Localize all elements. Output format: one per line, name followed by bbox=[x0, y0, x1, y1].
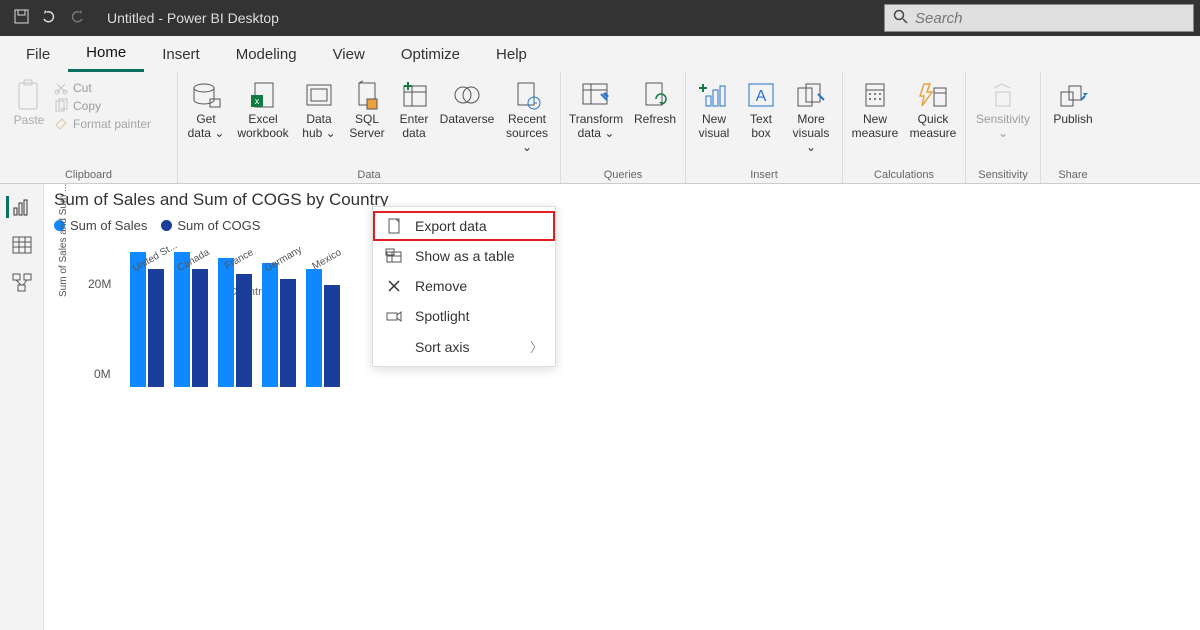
quick-measure-button[interactable]: Quick measure bbox=[907, 76, 959, 140]
menu-spotlight[interactable]: Spotlight bbox=[373, 301, 555, 331]
menu-show-as-table[interactable]: Show as a table bbox=[373, 241, 555, 271]
chart-title: Sum of Sales and Sum of COGS by Country bbox=[54, 190, 1190, 210]
data-view-icon[interactable] bbox=[10, 234, 34, 256]
tab-modeling[interactable]: Modeling bbox=[218, 36, 315, 72]
paste-button: Paste bbox=[6, 79, 52, 131]
ribbon: Paste Cut Copy Format painter Clipboard … bbox=[0, 72, 1200, 184]
remove-icon bbox=[385, 277, 403, 295]
recent-sources-button[interactable]: Recent sources ⌄ bbox=[500, 76, 554, 154]
bar-group[interactable] bbox=[218, 258, 252, 387]
dataverse-button[interactable]: Dataverse bbox=[440, 76, 494, 126]
svg-text:A: A bbox=[756, 88, 767, 105]
ribbon-tabs: File Home Insert Modeling View Optimize … bbox=[0, 36, 1200, 72]
new-visual-button[interactable]: New visual bbox=[692, 76, 736, 140]
group-label-insert: Insert bbox=[692, 169, 836, 183]
table-icon bbox=[385, 247, 403, 265]
view-switcher bbox=[0, 184, 44, 630]
report-view-icon[interactable] bbox=[6, 196, 30, 218]
group-label-sensitivity: Sensitivity bbox=[972, 169, 1034, 183]
text-box-button[interactable]: A Text box bbox=[742, 76, 780, 140]
bar-cogs[interactable] bbox=[236, 274, 252, 387]
model-view-icon[interactable] bbox=[10, 272, 34, 294]
tab-insert[interactable]: Insert bbox=[144, 36, 218, 72]
bar-cogs[interactable] bbox=[148, 269, 164, 387]
sensitivity-button: Sensitivity⌄ bbox=[972, 76, 1034, 140]
menu-sort-axis[interactable]: Sort axis 〉 bbox=[373, 331, 555, 362]
bar-sales[interactable] bbox=[306, 269, 322, 387]
paste-label: Paste bbox=[14, 113, 45, 127]
get-data-button[interactable]: Get data ⌄ bbox=[184, 76, 228, 140]
data-hub-button[interactable]: Data hub ⌄ bbox=[298, 76, 340, 140]
y-tick-0m: 0M bbox=[94, 367, 111, 381]
bar-cogs[interactable] bbox=[324, 285, 340, 387]
group-label-queries: Queries bbox=[567, 169, 679, 183]
tab-home[interactable]: Home bbox=[68, 36, 144, 72]
titlebar: Untitled - Power BI Desktop bbox=[0, 0, 1200, 36]
tab-optimize[interactable]: Optimize bbox=[383, 36, 478, 72]
visual-context-menu: Export data Show as a table Remove Spotl… bbox=[372, 206, 556, 367]
save-icon[interactable] bbox=[14, 9, 29, 27]
window-title: Untitled - Power BI Desktop bbox=[107, 10, 279, 26]
tab-view[interactable]: View bbox=[315, 36, 383, 72]
workspace: Sum of Sales and Sum of COGS by Country … bbox=[0, 184, 1200, 630]
bar-group[interactable] bbox=[306, 269, 340, 387]
redo-icon bbox=[69, 10, 85, 27]
svg-text:x: x bbox=[255, 96, 260, 106]
menu-export-data[interactable]: Export data bbox=[373, 211, 555, 241]
group-label-share: Share bbox=[1047, 169, 1099, 183]
group-label-clipboard: Clipboard bbox=[6, 169, 171, 183]
new-measure-button[interactable]: New measure bbox=[849, 76, 901, 140]
tab-file[interactable]: File bbox=[8, 36, 68, 72]
cut-button: Cut bbox=[54, 81, 151, 95]
publish-button[interactable]: Publish bbox=[1047, 76, 1099, 126]
search-input[interactable] bbox=[915, 10, 1193, 27]
sql-server-button[interactable]: SQL Server bbox=[346, 76, 388, 140]
more-visuals-button[interactable]: More visuals ⌄ bbox=[786, 76, 836, 154]
spotlight-icon bbox=[385, 307, 403, 325]
transform-data-button[interactable]: Transform data ⌄ bbox=[567, 76, 625, 140]
legend-swatch-cogs bbox=[161, 220, 172, 231]
y-tick-20m: 20M bbox=[88, 277, 111, 291]
tab-help[interactable]: Help bbox=[478, 36, 545, 72]
bar-cogs[interactable] bbox=[192, 269, 208, 387]
group-label-data: Data bbox=[184, 169, 554, 183]
enter-data-button[interactable]: Enter data bbox=[394, 76, 434, 140]
report-canvas[interactable]: Sum of Sales and Sum of COGS by Country … bbox=[44, 184, 1200, 630]
undo-icon[interactable] bbox=[41, 10, 57, 27]
bar-group[interactable] bbox=[262, 263, 296, 387]
chart-area[interactable]: Sum of Sales and Sum ... 20M 0M United S… bbox=[68, 247, 388, 447]
refresh-button[interactable]: Refresh bbox=[631, 76, 679, 126]
bar-sales[interactable] bbox=[218, 258, 234, 387]
menu-remove[interactable]: Remove bbox=[373, 271, 555, 301]
copy-button: Copy bbox=[54, 99, 151, 113]
bar-cogs[interactable] bbox=[280, 279, 296, 387]
group-label-calc: Calculations bbox=[849, 169, 959, 183]
bar-sales[interactable] bbox=[262, 263, 278, 387]
search-icon bbox=[885, 9, 915, 27]
format-painter-button: Format painter bbox=[54, 117, 151, 131]
search-box[interactable] bbox=[884, 4, 1194, 32]
export-icon bbox=[385, 217, 403, 235]
excel-workbook-button[interactable]: x Excel workbook bbox=[234, 76, 292, 140]
y-axis-label: Sum of Sales and Sum ... bbox=[58, 184, 69, 297]
chevron-right-icon: 〉 bbox=[530, 337, 543, 356]
chart-legend: Sum of Sales Sum of COGS bbox=[54, 218, 1190, 233]
